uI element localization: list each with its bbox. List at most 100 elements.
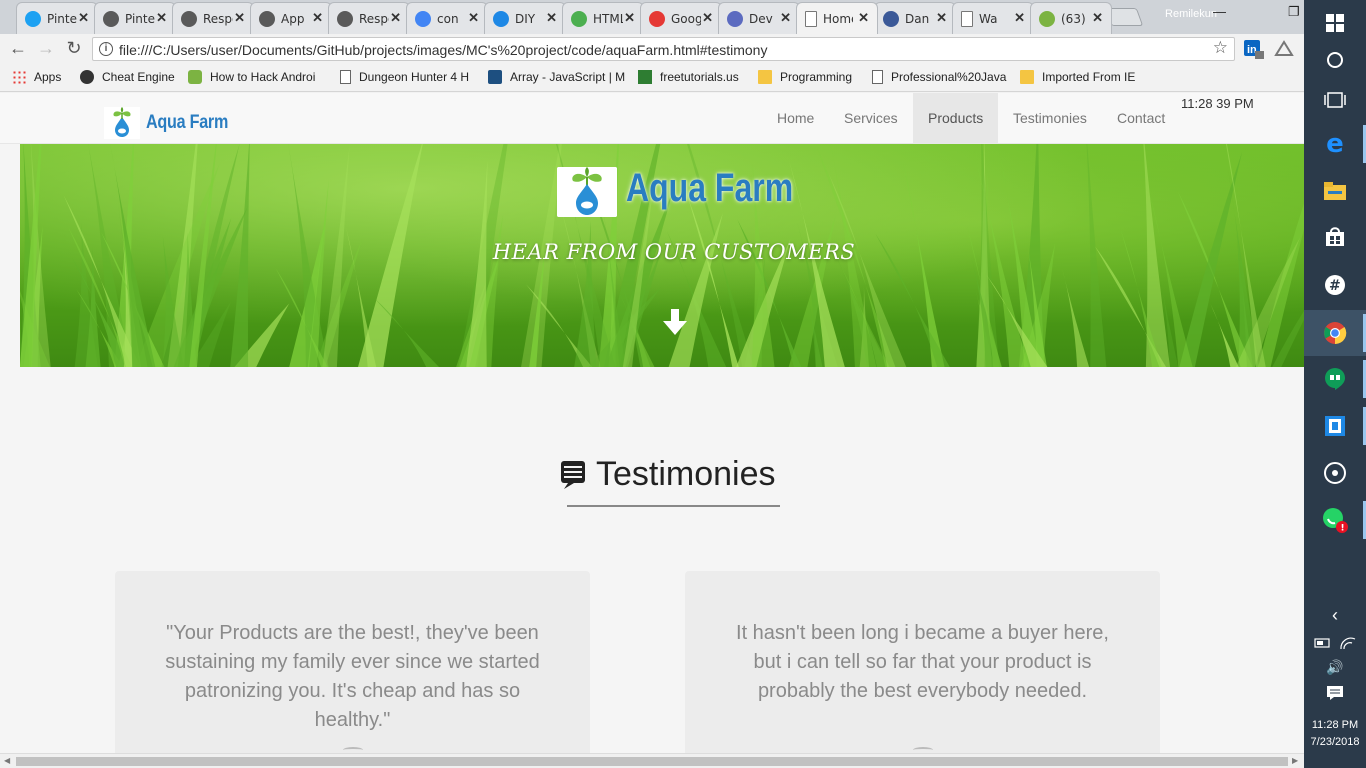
mdn-icon	[488, 70, 502, 84]
tab-close-icon[interactable]: ✕	[312, 10, 323, 26]
bookmark-item[interactable]: freetutorials.us	[638, 70, 739, 84]
arrow-down-icon[interactable]	[663, 309, 687, 335]
hangouts-icon[interactable]	[1304, 356, 1366, 402]
nav-testimonies[interactable]: Testimonies	[998, 93, 1102, 144]
bookmark-item[interactable]: How to Hack Androi	[188, 70, 315, 84]
linkedin-extension-icon[interactable]: in	[1243, 38, 1265, 60]
tab-close-icon[interactable]: ✕	[234, 10, 245, 26]
bookmark-item[interactable]: Apps	[12, 70, 61, 84]
browser-tab[interactable]: Google✕	[640, 2, 722, 34]
bookmark-label: Dungeon Hunter 4 H	[359, 70, 470, 84]
drive-extension-icon[interactable]	[1274, 40, 1294, 58]
file-explorer-icon[interactable]	[1304, 168, 1366, 214]
address-bar[interactable]: i file:///C:/Users/user/Documents/GitHub…	[92, 37, 1235, 61]
browser-tab[interactable]: HTML✕	[562, 2, 644, 34]
bookmark-label: Professional%20Java	[891, 70, 1007, 84]
folder-icon	[1020, 70, 1034, 84]
tab-close-icon[interactable]: ✕	[156, 10, 167, 26]
forward-icon[interactable]: →	[35, 38, 57, 59]
tab-label: Responsive	[359, 11, 389, 26]
browser-toolbar: ← → ↻ i file:///C:/Users/user/Documents/…	[0, 34, 1304, 64]
tab-close-icon[interactable]: ✕	[1092, 10, 1103, 26]
reload-icon[interactable]: ↻	[63, 38, 85, 59]
browser-tab[interactable]: (63) ✕	[1030, 2, 1112, 34]
bookmark-item[interactable]: Cheat Engine	[80, 70, 175, 84]
info-icon[interactable]: i	[99, 42, 113, 56]
edge-icon[interactable]: e	[1304, 121, 1366, 167]
task-view-icon[interactable]	[1304, 77, 1366, 123]
tab-close-icon[interactable]: ✕	[702, 10, 713, 26]
page-viewport: Aqua Farm Home Services Products Testimo…	[0, 93, 1304, 753]
chrome-icon[interactable]	[1304, 310, 1366, 356]
hero-subtitle: HEAR FROM OUR CUSTOMERS	[492, 240, 856, 264]
browser-tab[interactable]: App ✕	[250, 2, 332, 34]
tab-close-icon[interactable]: ✕	[78, 10, 89, 26]
notes-app-icon[interactable]	[1304, 403, 1366, 449]
restore-icon[interactable]: ❐	[1288, 4, 1300, 20]
hero-logo-icon	[557, 167, 617, 217]
tab-label: Google	[671, 11, 701, 26]
browser-tab[interactable]: Home ✕	[796, 2, 878, 34]
site-brand[interactable]: Aqua Farm	[104, 107, 243, 139]
bookmark-label: Array - JavaScript | M	[510, 70, 626, 84]
browser-tab[interactable]: con ✕	[406, 2, 488, 34]
media-player-icon[interactable]	[1304, 450, 1366, 496]
system-clock[interactable]: 11:28 PM 7/23/2018	[1304, 717, 1366, 751]
tab-close-icon[interactable]: ✕	[546, 10, 557, 26]
tab-close-icon[interactable]: ✕	[936, 10, 947, 26]
page-icon	[340, 70, 351, 84]
bookmark-item[interactable]: Programming	[758, 70, 852, 84]
site-navbar: Aqua Farm Home Services Products Testimo…	[0, 93, 1304, 144]
browser-tab[interactable]: Pinterest✕	[94, 2, 176, 34]
bookmark-star-icon[interactable]: ☆	[1213, 38, 1228, 58]
back-icon[interactable]: ←	[7, 38, 29, 59]
scroll-left-icon[interactable]: ◀	[4, 756, 10, 765]
grass-blade	[687, 196, 739, 367]
grass-blade	[1061, 264, 1090, 367]
scroll-right-icon[interactable]: ▶	[1292, 756, 1298, 765]
testimony-card: It hasn't been long i became a buyer her…	[685, 571, 1160, 753]
bookmark-item[interactable]: Dungeon Hunter 4 H	[340, 70, 469, 84]
notifications-icon[interactable]	[1304, 678, 1366, 708]
tab-close-icon[interactable]: ✕	[780, 10, 791, 26]
browser-tab[interactable]: Responsive✕	[172, 2, 254, 34]
bookmark-label: Imported From IE	[1042, 70, 1136, 84]
bookmark-item[interactable]: Imported From IE	[1020, 70, 1135, 84]
url-text[interactable]: file:///C:/Users/user/Documents/GitHub/p…	[119, 42, 767, 58]
tab-close-icon[interactable]: ✕	[858, 10, 869, 26]
slack-icon[interactable]: #	[1304, 262, 1366, 308]
tab-favicon-icon	[805, 10, 817, 27]
testimonies-title: Testimonies	[596, 455, 776, 493]
browser-tab[interactable]: DIY ✕	[484, 2, 566, 34]
browser-tab[interactable]: Dan ✕	[874, 2, 956, 34]
browser-tab[interactable]: Pinterest✕	[16, 2, 98, 34]
nav-services[interactable]: Services	[829, 93, 913, 144]
horizontal-scrollbar[interactable]: ◀ ▶	[0, 753, 1304, 768]
browser-tab[interactable]: Dev ✕	[718, 2, 800, 34]
scrollbar-thumb[interactable]	[16, 757, 1288, 766]
minimize-icon[interactable]: —	[1213, 4, 1226, 19]
tab-favicon-icon	[727, 10, 743, 27]
tab-label: (63)	[1061, 11, 1086, 26]
brand-name[interactable]: Aqua Farm	[146, 112, 228, 134]
tab-close-icon[interactable]: ✕	[624, 10, 635, 26]
browser-tab[interactable]: Wa ✕	[952, 2, 1034, 34]
nav-products[interactable]: Products	[913, 93, 999, 144]
nav-home[interactable]: Home	[762, 93, 829, 144]
bookmark-label: freetutorials.us	[660, 70, 739, 84]
tab-label: Pinterest	[47, 11, 77, 26]
tab-favicon-icon	[25, 10, 41, 27]
whatsapp-icon[interactable]: !	[1304, 497, 1366, 543]
browser-tab[interactable]: Responsive✕	[328, 2, 410, 34]
tab-label: Dan	[905, 11, 930, 26]
bookmark-item[interactable]: Array - JavaScript | M	[488, 70, 625, 84]
system-time: 11:28 PM	[1311, 719, 1359, 731]
store-icon[interactable]	[1304, 214, 1366, 260]
tab-favicon-icon	[493, 10, 509, 27]
bookmarks-bar: Apps Cheat Engine How to Hack Androi Dungeo…	[0, 64, 1304, 92]
tab-close-icon[interactable]: ✕	[1014, 10, 1025, 26]
nav-contact[interactable]: Contact	[1102, 93, 1180, 144]
tab-close-icon[interactable]: ✕	[468, 10, 479, 26]
bookmark-item[interactable]: Professional%20Java	[872, 70, 1006, 84]
tab-close-icon[interactable]: ✕	[390, 10, 401, 26]
